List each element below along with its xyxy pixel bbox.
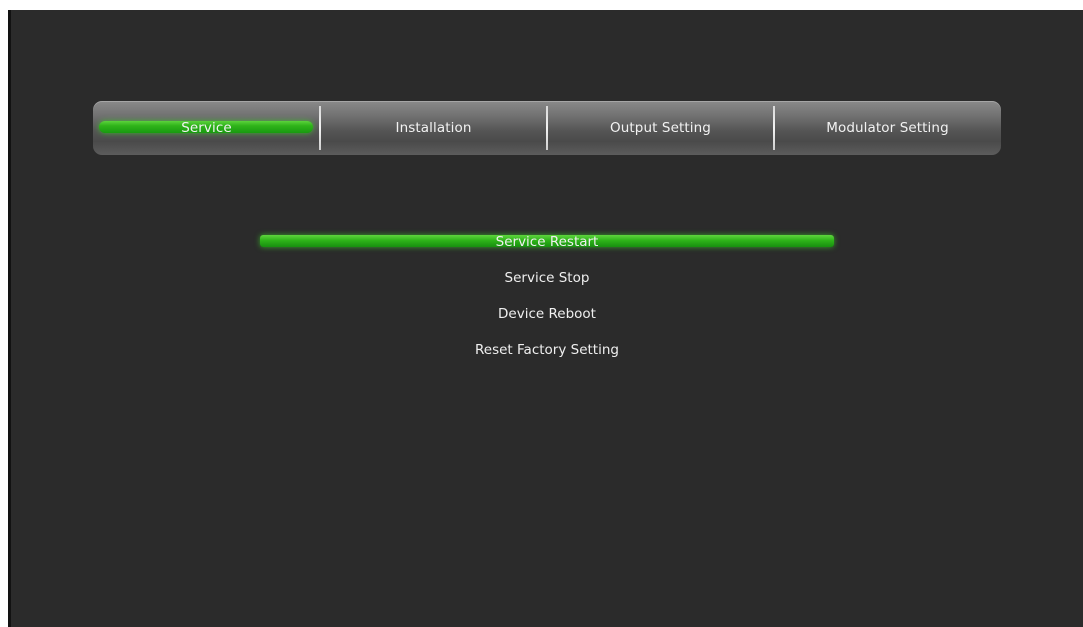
menu-item-reset-factory-setting[interactable]: Reset Factory Setting (260, 340, 834, 360)
menu-item-service-restart[interactable]: Service Restart (260, 232, 834, 252)
menu-item-label: Device Reboot (498, 306, 596, 322)
tab-bar: Service Installation Output Setting Modu… (93, 101, 1001, 155)
tab-label: Modulator Setting (826, 120, 949, 136)
tab-label: Installation (395, 120, 472, 136)
menu-item-label: Service Stop (504, 270, 590, 286)
tv-screen: Service Installation Output Setting Modu… (8, 10, 1083, 627)
screen-edge (8, 10, 11, 627)
tab-label: Output Setting (610, 120, 711, 136)
tab-label: Service (181, 120, 232, 136)
tab-installation[interactable]: Installation (320, 101, 547, 155)
menu-item-device-reboot[interactable]: Device Reboot (260, 304, 834, 324)
menu-item-label: Service Restart (495, 234, 599, 250)
menu-item-label: Reset Factory Setting (475, 342, 619, 358)
tab-modulator-setting[interactable]: Modulator Setting (774, 101, 1001, 155)
menu-item-service-stop[interactable]: Service Stop (260, 268, 834, 288)
tab-service[interactable]: Service (93, 101, 320, 155)
tab-output-setting[interactable]: Output Setting (547, 101, 774, 155)
